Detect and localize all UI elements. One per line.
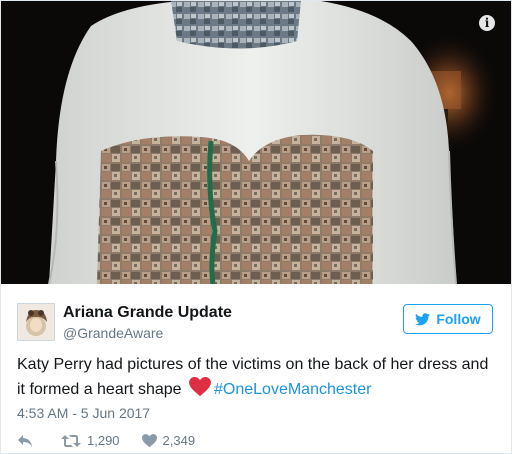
hashtag-link[interactable]: #OneLoveManchester [214, 381, 371, 398]
retweet-icon [61, 434, 81, 447]
follow-label: Follow [436, 311, 481, 327]
follow-button[interactable]: Follow [403, 304, 493, 334]
tweet-photo[interactable]: i [1, 1, 511, 284]
author-handle[interactable]: @GrandeAware [63, 324, 232, 342]
tweet-text: Katy Perry had pictures of the victims o… [17, 353, 497, 402]
like-button[interactable]: 2,349 [141, 433, 196, 448]
tweet-header: Ariana Grande Update @GrandeAware Follow [17, 301, 495, 345]
author-display-name[interactable]: Ariana Grande Update [63, 303, 232, 323]
retweet-count: 1,290 [87, 433, 120, 448]
retweet-button[interactable]: 1,290 [61, 433, 120, 448]
avatar[interactable] [17, 303, 55, 341]
like-count: 2,349 [162, 433, 196, 448]
heart-icon [141, 433, 157, 447]
tweet-card: i Ariana Grande Update @GrandeAware Foll… [0, 0, 512, 454]
red-heart-emoji-icon [189, 377, 211, 397]
reply-icon [18, 434, 32, 447]
author-names: Ariana Grande Update @GrandeAware [63, 303, 232, 342]
reply-button[interactable] [17, 434, 33, 448]
tweet-timestamp[interactable]: 4:53 AM - 5 Jun 2017 [17, 405, 150, 421]
photo-image [1, 1, 511, 284]
avatar-image [18, 304, 54, 340]
tweet-actions: 1,290 2,349 [17, 433, 195, 448]
info-icon[interactable]: i [479, 15, 495, 31]
twitter-bird-icon [415, 312, 431, 325]
